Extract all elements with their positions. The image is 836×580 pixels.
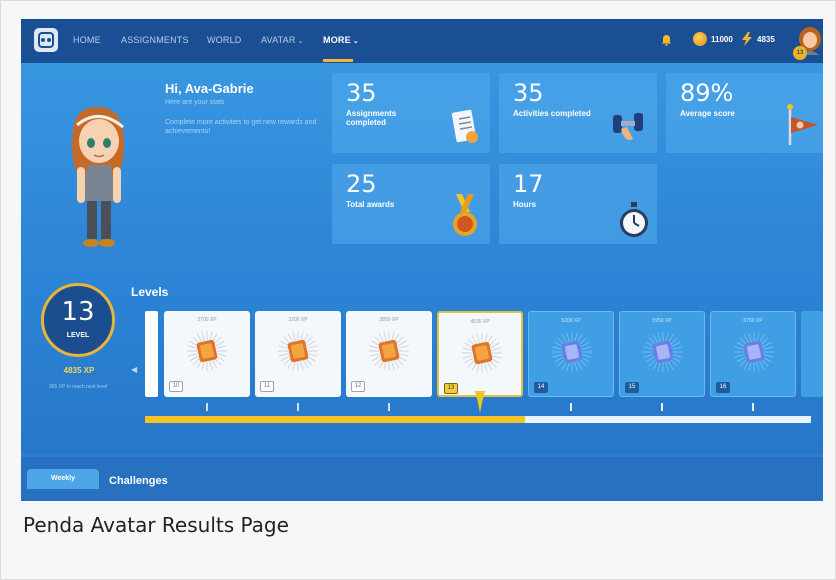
- stat-value: 17: [513, 170, 544, 198]
- challenges-heading: Challenges: [109, 475, 168, 487]
- current-level-number: 13: [61, 297, 95, 327]
- greeting-title: Hi, Ava-Gabrie: [165, 81, 254, 96]
- tab-weekly[interactable]: Weekly: [27, 469, 99, 489]
- flag-icon: [787, 104, 818, 145]
- locked-gem-icon: [552, 332, 592, 372]
- app-logo[interactable]: [34, 28, 58, 52]
- gem-icon: [369, 331, 409, 371]
- app-screenshot: HOME ASSIGNMENTS WORLD AVATAR ⌄ MORE ⌄ 110…: [21, 19, 823, 501]
- level-xp-requirement: 3200 XP: [288, 317, 308, 323]
- dumbbell-icon: [613, 113, 643, 140]
- locked-gem-icon: [643, 332, 683, 372]
- level-tick: [388, 403, 390, 411]
- xp-count: 4835: [757, 35, 775, 44]
- level-card-15[interactable]: 5950 XP 15: [619, 311, 705, 397]
- level-number-badge: 10: [169, 381, 183, 392]
- chevron-down-icon: ⌄: [297, 38, 304, 45]
- current-xp: 4835 XP: [63, 366, 95, 375]
- stat-label: Activities completed: [513, 109, 591, 118]
- level-number-badge: 12: [351, 381, 365, 392]
- level-xp-requirement: 3850 XP: [379, 317, 399, 323]
- level-progress-fill: [145, 416, 525, 423]
- stat-card-awards: 25 Total awards: [332, 164, 490, 244]
- level-tick: [570, 403, 572, 411]
- stat-label: Total awards: [346, 200, 395, 209]
- document-icon: [451, 109, 478, 143]
- coin-count: 11000: [711, 35, 733, 44]
- greeting-subtitle: Here are your stats: [165, 99, 225, 106]
- level-card-12[interactable]: 3850 XP 12: [346, 311, 432, 397]
- stat-card-activities: 35 Activities completed: [499, 73, 657, 153]
- next-level-hint: 365 XP to reach next level: [48, 384, 108, 390]
- coin-icon: [693, 32, 707, 46]
- current-level-circle: 13 LEVEL: [41, 283, 115, 357]
- avatar-level-badge: 13: [793, 46, 807, 60]
- stat-value: 35: [513, 79, 544, 107]
- nav-assignments[interactable]: ASSIGNMENTS: [121, 35, 189, 45]
- level-tick: [752, 403, 754, 411]
- level-card-13[interactable]: 4530 XP 13: [437, 311, 523, 397]
- level-card-partial: [145, 311, 158, 397]
- stat-label: Assignments completed: [346, 109, 397, 127]
- figure-caption: Penda Avatar Results Page: [23, 513, 289, 537]
- level-card-16[interactable]: 6750 XP 16: [710, 311, 796, 397]
- bell-icon[interactable]: [661, 34, 672, 46]
- nav-more[interactable]: MORE ⌄: [323, 35, 359, 45]
- nav-active-indicator: [323, 59, 353, 62]
- stat-card-hours: 17 Hours: [499, 164, 657, 244]
- level-tick: [206, 403, 208, 411]
- chevron-left-icon[interactable]: ◀: [131, 365, 137, 374]
- level-card-14[interactable]: 5200 XP 14: [528, 311, 614, 397]
- levels-heading: Levels: [131, 285, 169, 299]
- gem-icon: [187, 331, 227, 371]
- stat-value: 25: [346, 170, 377, 198]
- top-nav: HOME ASSIGNMENTS WORLD AVATAR ⌄ MORE ⌄ 110…: [21, 19, 823, 63]
- level-xp-requirement: 2700 XP: [197, 317, 217, 323]
- level-number-badge: 11: [260, 381, 274, 392]
- xp-bolt-icon: [742, 32, 752, 46]
- medal-icon: [453, 194, 477, 236]
- current-level-label: LEVEL: [66, 332, 90, 339]
- level-xp-requirement: 5950 XP: [652, 318, 672, 324]
- nav-world[interactable]: WORLD: [207, 35, 242, 45]
- gem-icon: [462, 333, 502, 373]
- level-card-10[interactable]: 2700 XP 10: [164, 311, 250, 397]
- level-number-badge: 13: [444, 383, 458, 394]
- nav-avatar[interactable]: AVATAR ⌄: [261, 35, 304, 45]
- stat-card-assignments: 35 Assignments completed: [332, 73, 490, 153]
- stopwatch-icon: [620, 202, 648, 237]
- level-xp-requirement: 6750 XP: [743, 318, 763, 324]
- locked-gem-icon: [734, 332, 774, 372]
- current-level-marker-icon: [475, 391, 485, 413]
- nav-home[interactable]: HOME: [73, 35, 101, 45]
- figure-frame: HOME ASSIGNMENTS WORLD AVATAR ⌄ MORE ⌄ 110…: [0, 0, 836, 580]
- level-card-partial: [801, 311, 823, 397]
- avatar-character: [72, 107, 124, 247]
- stat-value: 35: [346, 79, 377, 107]
- nav-more-label: MORE: [323, 35, 351, 45]
- level-xp-requirement: 5200 XP: [561, 318, 581, 324]
- stat-value: 89%: [680, 79, 734, 107]
- level-number-badge: 14: [534, 382, 548, 393]
- stat-label: Average score: [680, 109, 735, 118]
- level-number-badge: 15: [625, 382, 639, 393]
- chevron-down-icon: ⌄: [352, 38, 359, 45]
- gem-icon: [278, 331, 318, 371]
- logo-icon: [38, 32, 54, 48]
- stat-label: Hours: [513, 200, 537, 209]
- greeting-description: Complete more activities to get new rewa…: [165, 119, 317, 135]
- level-tick: [661, 403, 663, 411]
- level-card-11[interactable]: 3200 XP 11: [255, 311, 341, 397]
- nav-avatar-label: AVATAR: [261, 35, 296, 45]
- stat-card-score: 89% Average score: [666, 73, 823, 153]
- level-xp-requirement: 4530 XP: [470, 319, 490, 325]
- level-number-badge: 16: [716, 382, 730, 393]
- level-tick: [297, 403, 299, 411]
